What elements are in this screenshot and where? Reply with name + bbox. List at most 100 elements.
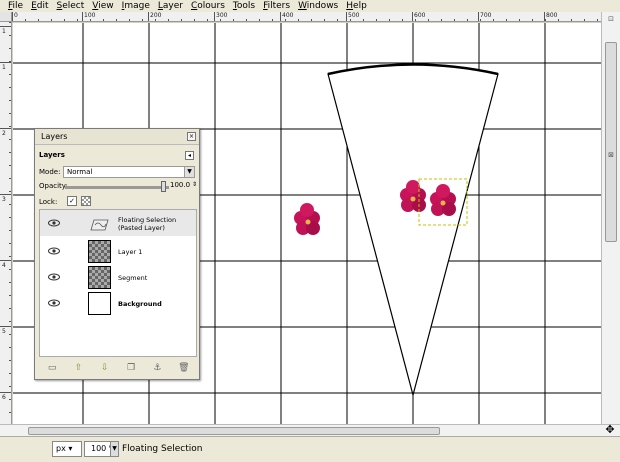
ruler-minor-tick: [142, 19, 143, 21]
ruler-vertical[interactable]: 1 1 2 3 4 5 6: [0, 22, 12, 424]
layer-row-background[interactable]: Background: [40, 290, 196, 316]
opacity-slider[interactable]: [65, 186, 169, 189]
ruler-tick-line: [0, 392, 11, 393]
ruler-minor-tick: [519, 19, 520, 21]
ruler-minor-tick: [480, 19, 481, 21]
layers-dialog-footer: ▭ ⇧ ⇩ ❐ ⚓ 🗑: [39, 359, 197, 377]
raise-layer-icon[interactable]: ⇧: [71, 362, 85, 374]
layers-dialog: Layers × Layers ◂ Mode: Normal ▼ Opacity…: [34, 128, 200, 380]
segment-shape: [327, 63, 499, 398]
menu-tools[interactable]: Tools: [229, 0, 259, 12]
ruler-tick-label: 500: [348, 12, 360, 19]
ruler-minor-tick: [389, 19, 390, 21]
menu-edit[interactable]: Edit: [27, 0, 52, 12]
menu-view[interactable]: View: [88, 0, 117, 12]
menu-image[interactable]: Image: [118, 0, 154, 12]
lock-pixels-checkbox[interactable]: ✓: [67, 196, 77, 206]
vertical-scroll-thumb[interactable]: [605, 42, 617, 242]
layer-row-segment[interactable]: Segment: [40, 264, 196, 290]
mode-select[interactable]: Normal ▼: [63, 166, 195, 178]
floating-layer-icon: [88, 212, 111, 235]
eye-icon[interactable]: [48, 273, 60, 281]
ruler-horizontal[interactable]: 0 100 200 300 400 500 600 700 800: [12, 12, 601, 22]
ruler-minor-tick: [298, 19, 299, 21]
ruler-minor-tick: [9, 178, 11, 179]
menu-windows[interactable]: Windows: [294, 0, 342, 12]
chevron-down-icon[interactable]: ▼: [184, 167, 194, 177]
ruler-minor-tick: [9, 399, 11, 400]
ruler-tick-line: [82, 12, 83, 21]
duplicate-layer-icon[interactable]: ❐: [124, 362, 138, 374]
flower-left: [294, 203, 320, 235]
menu-help[interactable]: Help: [342, 0, 371, 12]
vertical-scrollbar[interactable]: ⊡ ⊠: [601, 12, 620, 424]
lock-alpha-checkbox[interactable]: [81, 196, 91, 206]
ruler-minor-tick: [12, 19, 13, 21]
menu-layer[interactable]: Layer: [154, 0, 187, 12]
ruler-minor-tick: [9, 360, 11, 361]
status-bar: px ▾ 100 % ▼ Floating Selection: [0, 436, 620, 462]
ruler-tick-line: [0, 128, 11, 129]
lock-label: Lock:: [39, 198, 58, 206]
ruler-minor-tick: [9, 204, 11, 205]
ruler-minor-tick: [9, 152, 11, 153]
eye-icon[interactable]: [48, 219, 60, 227]
eye-icon[interactable]: [48, 247, 60, 255]
tab-layers[interactable]: Layers: [39, 151, 65, 159]
ruler-minor-tick: [233, 19, 234, 21]
ruler-minor-tick: [454, 19, 455, 21]
ruler-minor-tick: [9, 48, 11, 49]
ruler-tick-label: 200: [150, 12, 162, 19]
lower-layer-icon[interactable]: ⇩: [98, 362, 112, 374]
chevron-down-icon[interactable]: ▼: [110, 441, 119, 457]
ruler-tick-line: [0, 260, 11, 261]
ruler-tick-label: 100: [84, 12, 96, 19]
navigate-icon[interactable]: ✥: [603, 424, 617, 436]
ruler-minor-tick: [350, 19, 351, 21]
menu-file[interactable]: File: [4, 0, 27, 12]
ruler-tick-line: [346, 12, 347, 21]
ruler-corner[interactable]: [0, 12, 12, 22]
ruler-tick-label: 400: [282, 12, 294, 19]
horizontal-scrollbar[interactable]: [0, 424, 620, 436]
layer-row-floating[interactable]: Floating Selection (Pasted Layer): [40, 210, 196, 236]
ruler-tick-label: 2: [2, 130, 6, 137]
anchor-layer-icon[interactable]: ⚓: [150, 362, 164, 374]
ruler-tick-label: 4: [2, 262, 6, 269]
ruler-tick-label: 300: [216, 12, 228, 19]
mode-value: Normal: [67, 168, 93, 176]
ruler-minor-tick: [311, 19, 312, 21]
ruler-minor-tick: [9, 113, 11, 114]
menu-filters[interactable]: Filters: [259, 0, 294, 12]
unit-select[interactable]: px ▾: [52, 441, 82, 457]
ruler-minor-tick: [155, 19, 156, 21]
layer-row-layer1[interactable]: Layer 1: [40, 238, 196, 264]
ruler-minor-tick: [220, 19, 221, 21]
ruler-tick-line: [214, 12, 215, 21]
ruler-minor-tick: [9, 35, 11, 36]
layer-name: Floating Selection: [118, 216, 177, 224]
opacity-spin-icon[interactable]: ⇕: [192, 181, 197, 188]
menu-select[interactable]: Select: [53, 0, 89, 12]
delete-layer-icon[interactable]: 🗑: [177, 362, 191, 374]
opacity-value[interactable]: 100.0: [170, 181, 190, 189]
layer-name: Segment: [118, 274, 148, 282]
dialog-close-button[interactable]: ×: [187, 132, 196, 141]
close-icon: ⊠: [608, 151, 614, 159]
ruler-minor-tick: [402, 19, 403, 21]
ruler-minor-tick: [337, 19, 338, 21]
new-layer-icon[interactable]: ▭: [45, 362, 59, 374]
ruler-minor-tick: [9, 217, 11, 218]
ruler-tick-line: [0, 26, 11, 27]
zoom-toggle-icon[interactable]: ⊡: [605, 14, 617, 24]
ruler-minor-tick: [9, 347, 11, 348]
opacity-slider-handle[interactable]: [161, 181, 166, 192]
eye-icon[interactable]: [48, 299, 60, 307]
horizontal-scroll-thumb[interactable]: [28, 427, 440, 435]
tab-menu-button[interactable]: ◂: [185, 151, 194, 160]
menu-colours[interactable]: Colours: [187, 0, 229, 12]
ruler-minor-tick: [324, 19, 325, 21]
ruler-minor-tick: [597, 19, 598, 21]
ruler-minor-tick: [51, 19, 52, 21]
layer-thumbnail: [88, 266, 111, 289]
